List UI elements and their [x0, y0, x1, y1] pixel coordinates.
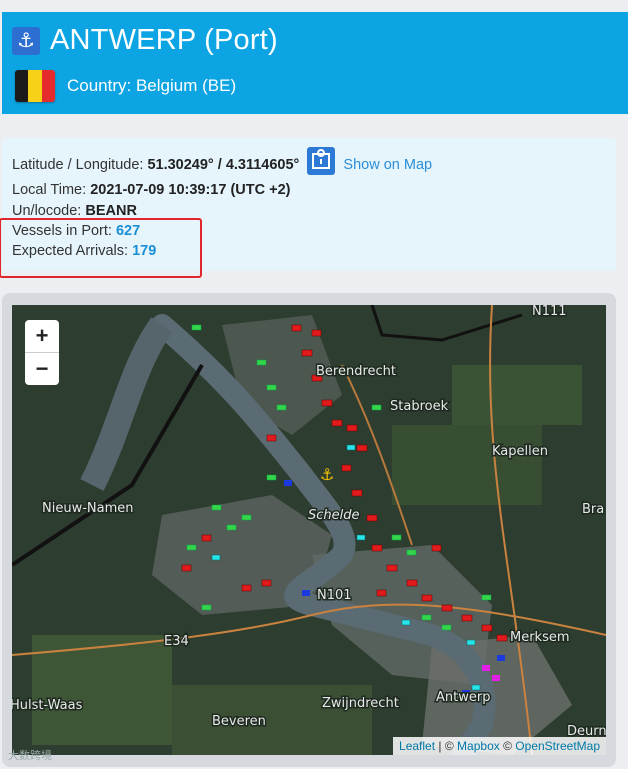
highlight-box: [0, 218, 202, 278]
map-label-merksem: Merksem: [510, 630, 570, 645]
mapbox-link[interactable]: Mapbox: [457, 739, 500, 753]
map-label-e34-west: E34: [164, 634, 189, 649]
map-label-schelde: Schelde: [308, 508, 360, 523]
show-on-map-link[interactable]: Show on Map: [343, 157, 432, 173]
unlocode-value: BEANR: [85, 203, 137, 219]
port-header: ⚓ ANTWERP (Port) Country: Belgium (BE): [2, 12, 628, 114]
unlocode-label: Un/locode:: [12, 203, 82, 219]
watermark: 大数跨境: [8, 750, 52, 762]
attribution-sep2: ©: [503, 739, 512, 753]
latlon-value: 51.30249° / 4.3114605°: [147, 156, 300, 173]
map-label-nieuw-namen: Nieuw-Namen: [42, 501, 134, 516]
map-label-zwijndrecht: Zwijndrecht: [322, 696, 399, 711]
map-label-hulst-waas: Hulst-Waas: [12, 698, 83, 713]
zoom-in-button[interactable]: +: [25, 320, 59, 353]
latlon-line: Latitude / Longitude: 51.30249° / 4.3114…: [12, 147, 432, 175]
port-map[interactable]: ⚓ Berendrecht Stabroek Kapellen Nieuw-Na…: [12, 305, 606, 755]
attribution-sep1: | ©: [438, 739, 454, 753]
zoom-out-button[interactable]: −: [25, 353, 59, 385]
osm-link[interactable]: OpenStreetMap: [515, 739, 600, 753]
unlocode-line: Un/locode: BEANR: [12, 203, 137, 219]
leaflet-link[interactable]: Leaflet: [399, 739, 435, 753]
map-label-n111: N111: [532, 305, 567, 319]
map-label-n101: N101: [317, 588, 352, 603]
map-label-antwerp: Antwerp: [436, 690, 490, 705]
map-label-kapellen: Kapellen: [492, 444, 548, 459]
map-label-beveren: Beveren: [212, 714, 266, 729]
latlon-label: Latitude / Longitude:: [12, 156, 144, 173]
map-label-berendrecht: Berendrecht: [316, 364, 396, 379]
map-canvas: ⚓ Berendrecht Stabroek Kapellen Nieuw-Na…: [12, 305, 606, 755]
page-title: ANTWERP (Port): [50, 24, 278, 56]
local-time-line: Local Time: 2021-07-09 10:39:17 (UTC +2): [12, 182, 290, 198]
map-card: ⚓ Berendrecht Stabroek Kapellen Nieuw-Na…: [2, 293, 616, 767]
time-label: Local Time:: [12, 182, 87, 198]
title-row: ⚓ ANTWERP (Port): [12, 24, 278, 57]
country-label: Country: Belgium (BE): [67, 76, 237, 95]
country-row: Country: Belgium (BE): [15, 70, 236, 102]
map-attribution: Leaflet | © Mapbox © OpenStreetMap: [393, 737, 606, 755]
svg-text:⚓: ⚓: [320, 465, 334, 484]
port-info-panel: Latitude / Longitude: 51.30249° / 4.3114…: [0, 138, 616, 278]
map-label-stabroek: Stabroek: [390, 399, 449, 414]
map-label-bra: Bra: [582, 502, 604, 517]
belgium-flag-icon: [15, 70, 55, 102]
map-pin-icon[interactable]: [307, 147, 336, 175]
anchor-icon: ⚓: [12, 26, 40, 55]
time-value: 2021-07-09 10:39:17 (UTC +2): [90, 182, 291, 198]
